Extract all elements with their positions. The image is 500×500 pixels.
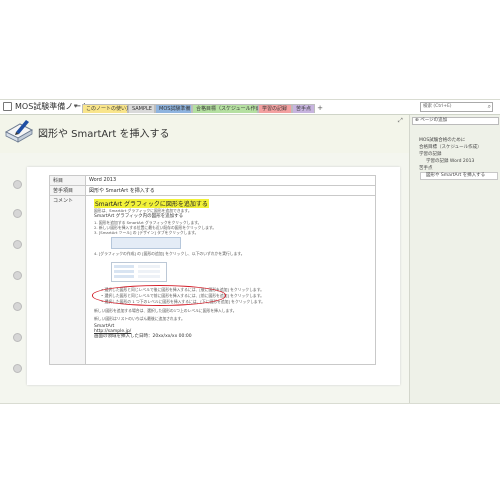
- add-page-label: ページの追加: [420, 118, 448, 123]
- table-key: 科目: [49, 175, 86, 186]
- tab-label: 学習の記録: [262, 106, 288, 112]
- binder-hole: [13, 333, 22, 342]
- binder-hole: [13, 209, 22, 218]
- add-page-button[interactable]: ⊕ ページの追加: [412, 117, 499, 125]
- notebook-icon[interactable]: [3, 102, 12, 111]
- add-section-button[interactable]: +: [315, 104, 325, 113]
- binder-hole: [13, 302, 22, 311]
- pages-pane: ⊕ ページの追加 MOS試験合格のために 合格目標（スケジュール作成） 学習の記…: [409, 115, 500, 403]
- binder-hole: [13, 364, 22, 373]
- book-logo-icon: [4, 120, 34, 143]
- comment-line: 4. [グラフィックの作成] の [図形の追加] をクリックし、以下のいずれかを…: [94, 251, 245, 256]
- page-list-item[interactable]: 合格目標（スケジュール作成）: [419, 145, 482, 151]
- comment-heading: SmartArt グラフィックに図形を追加する: [94, 199, 209, 208]
- search-icon[interactable]: ⌕: [488, 103, 491, 111]
- search-placeholder: 検索 (Ctrl+E): [423, 104, 452, 109]
- tab-section-5[interactable]: 苦手点: [292, 104, 315, 113]
- tab-section-1[interactable]: SAMPLE: [128, 104, 155, 113]
- comment-line: SmartArt グラフィック内の図形を追加する: [94, 214, 184, 219]
- tab-label: MOS試験準備: [159, 106, 191, 112]
- chevron-down-icon[interactable]: ▾: [74, 101, 78, 112]
- table-value[interactable]: 図形や SmartArt を挿入する: [85, 185, 376, 196]
- page-list-item[interactable]: 学習の記録: [419, 152, 442, 158]
- page-list-item-selected[interactable]: 図形や SmartArt を挿入する: [420, 172, 498, 180]
- comment-line: 新しい図形を追加する場合は、選択した図形の1つ上のレベルに図形を挿入します。: [94, 308, 237, 313]
- tab-label: 苦手点: [296, 106, 312, 112]
- comment-line: 新しい図形はリストのいちばん最後に追加されます。: [94, 316, 185, 321]
- onenote-window: MOS試験準備ノート ▾ このノートの使い方 SAMPLE MOS試験準備 合格…: [0, 99, 500, 404]
- tab-section-0[interactable]: このノートの使い方: [82, 104, 132, 113]
- top-bar: MOS試験準備ノート ▾ このノートの使い方 SAMPLE MOS試験準備 合格…: [0, 100, 500, 115]
- note-table[interactable]: 科目 Word 2013 苦手項目 図形や SmartArt を挿入する コメン…: [49, 175, 376, 365]
- tab-section-3[interactable]: 合格目標（スケジュール作成）: [192, 104, 266, 113]
- page-header: 図形や SmartArt を挿入する ⤢: [0, 115, 409, 153]
- comment-cell[interactable]: SmartArt グラフィックに図形を追加する 図形は、SmartArt グラフ…: [85, 195, 376, 365]
- table-row: 苦手項目 図形や SmartArt を挿入する: [49, 185, 376, 196]
- red-highlight-circle: [92, 285, 226, 306]
- expand-icon[interactable]: ⤢: [398, 117, 403, 125]
- tab-label: 合格目標（スケジュール作成）: [196, 106, 266, 112]
- tab-section-2[interactable]: MOS試験準備: [155, 104, 192, 113]
- page-list-item[interactable]: 学習の記録 Word 2013: [426, 159, 474, 165]
- binder-hole: [13, 240, 22, 249]
- table-key: 苦手項目: [49, 185, 86, 196]
- tab-label: このノートの使い方: [86, 106, 132, 112]
- dialog-screenshot: [111, 262, 167, 282]
- page-list-item[interactable]: MOS試験合格のために: [419, 138, 465, 144]
- search-input[interactable]: 検索 (Ctrl+E) ⌕: [420, 102, 493, 112]
- page-area: 図形や SmartArt を挿入する ⤢ 科目 Word 2013 苦手項目 図…: [0, 115, 409, 403]
- comment-line: 3. [SmartArt ツール] の [デザイン] タブをクリックします。: [94, 230, 199, 235]
- tab-section-4[interactable]: 学習の記録: [258, 104, 292, 113]
- binder-hole: [13, 180, 22, 189]
- table-row: 科目 Word 2013: [49, 175, 376, 186]
- ribbon-screenshot: [111, 237, 181, 249]
- table-row: コメント SmartArt グラフィックに図形を追加する 図形は、SmartAr…: [49, 195, 376, 365]
- table-value[interactable]: Word 2013: [85, 175, 376, 186]
- page-title: 図形や SmartArt を挿入する: [38, 129, 170, 140]
- binder-hole: [13, 271, 22, 280]
- table-key: コメント: [49, 195, 86, 365]
- comment-line: 画面の領域を挿入した日時：20xx/xx/xx 00:00: [94, 334, 192, 339]
- notebook-title[interactable]: MOS試験準備ノート: [15, 101, 89, 112]
- comment-line: 図形は、SmartArt グラフィックに図形を追加できます。: [94, 208, 192, 213]
- note-card[interactable]: 科目 Word 2013 苦手項目 図形や SmartArt を挿入する コメン…: [27, 167, 400, 385]
- tab-label: SAMPLE: [132, 106, 152, 112]
